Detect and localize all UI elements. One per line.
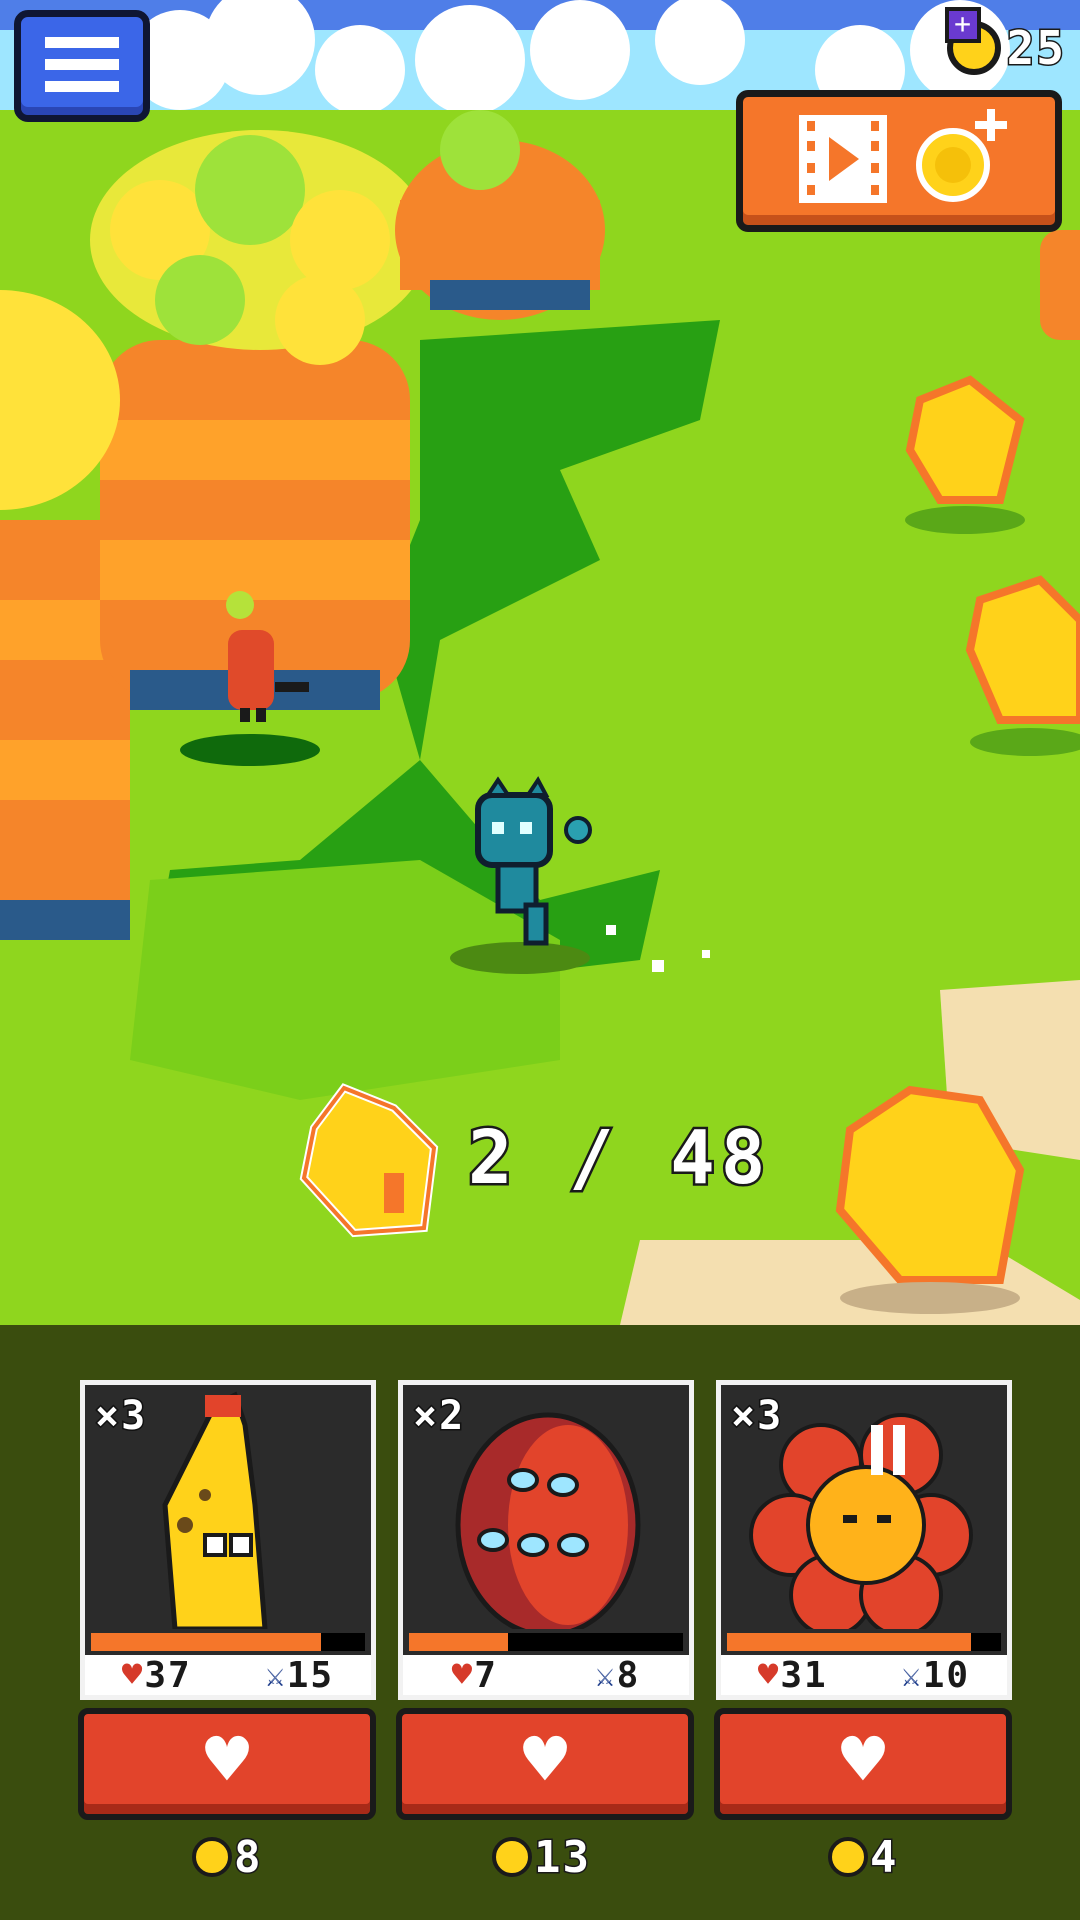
leaf-count: 2 / 48 — [465, 1113, 772, 1204]
heart-icon: ♥ — [840, 1717, 886, 1803]
team-card-2[interactable]: ×2 ♥ 7 ⚔ 8 — [398, 1380, 694, 1700]
coin-counter[interactable]: + 25 — [944, 7, 1066, 78]
heart-icon: ♥ — [451, 1655, 473, 1695]
heart-icon: ♥ — [204, 1717, 250, 1803]
video-coin-plus-icon — [799, 109, 1007, 203]
hp-value: 7 — [474, 1654, 498, 1696]
attack-value: 8 — [616, 1654, 641, 1696]
health-bar-fill — [727, 1633, 971, 1651]
yellow-leaf-icon — [299, 1083, 439, 1238]
giant-carrot-center — [90, 130, 430, 710]
attack-value: 15 — [286, 1654, 335, 1696]
attack-value: 10 — [922, 1654, 971, 1696]
heal-cost-1: 8 — [192, 1830, 263, 1884]
team-card-3[interactable]: ×3 ♥ 31 ⚔ 10 — [716, 1380, 1012, 1700]
rank-label: ×3 — [93, 1392, 148, 1441]
menu-button[interactable] — [14, 10, 150, 122]
hamburger-menu-icon — [45, 37, 119, 48]
rank-label: ×3 — [729, 1392, 784, 1441]
plus-icon: + — [944, 7, 981, 43]
heal-button-1[interactable]: ♥ — [78, 1708, 376, 1820]
heal-button-2[interactable]: ♥ — [396, 1708, 694, 1820]
heart-icon: ♥ — [757, 1655, 779, 1695]
coin-icon: + — [944, 7, 1001, 75]
health-bar-fill — [91, 1633, 322, 1651]
watch-video-for-coins-button[interactable] — [736, 90, 1062, 232]
heal-cost-value: 13 — [533, 1830, 591, 1884]
coin-icon — [492, 1837, 532, 1877]
hp-value: 37 — [144, 1654, 192, 1696]
heal-cost-2: 13 — [492, 1830, 591, 1884]
heal-cost-value: 8 — [233, 1830, 263, 1884]
rank-label: ×2 — [411, 1392, 466, 1441]
heal-cost-value: 4 — [869, 1830, 899, 1884]
coin-icon — [192, 1837, 232, 1877]
heal-cost-3: 4 — [828, 1830, 899, 1884]
stats-row: ♥ 31 ⚔ 10 — [721, 1654, 1007, 1696]
health-bar — [91, 1633, 365, 1651]
health-bar — [727, 1633, 1001, 1651]
heal-button-3[interactable]: ♥ — [714, 1708, 1012, 1820]
hp-value: 31 — [780, 1654, 828, 1696]
heart-icon: ♥ — [121, 1655, 143, 1695]
stats-row: ♥ 7 ⚔ 8 — [403, 1654, 689, 1696]
health-bar-fill — [409, 1633, 508, 1651]
stats-row: ♥ 37 ⚔ 15 — [85, 1654, 371, 1696]
team-card-1[interactable]: ×3 ♥ 37 ⚔ 15 — [80, 1380, 376, 1700]
heart-icon: ♥ — [522, 1717, 568, 1803]
coin-count: 25 — [1005, 20, 1066, 77]
sword-icon: ⚔ — [265, 1656, 285, 1694]
health-bar — [409, 1633, 683, 1651]
sword-icon: ⚔ — [901, 1656, 921, 1694]
sword-icon: ⚔ — [595, 1656, 615, 1694]
leaf-progress-counter: 2 / 48 — [294, 1078, 771, 1238]
coin-icon — [828, 1837, 868, 1877]
